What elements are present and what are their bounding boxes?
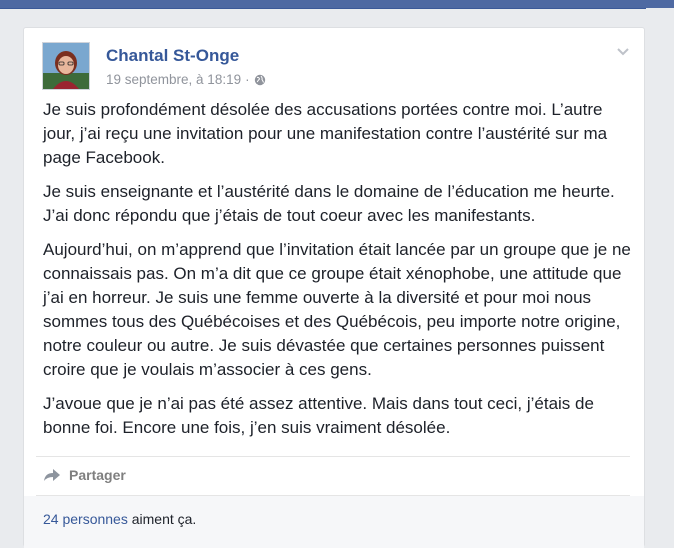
share-arrow-icon bbox=[44, 469, 60, 481]
post-meta: 19 septembre, à 18:19 · bbox=[106, 72, 266, 87]
chevron-down-icon[interactable] bbox=[616, 44, 630, 56]
post-body: Je suis profondément désolée des accusat… bbox=[43, 98, 633, 450]
post-paragraph: J’avoue que je n’ai pas été assez attent… bbox=[43, 394, 594, 437]
post-paragraph: Aujourd’hui, on m’apprend que l’invitati… bbox=[43, 240, 631, 379]
divider bbox=[36, 456, 630, 457]
likes-suffix: aiment ça. bbox=[127, 511, 197, 527]
share-button[interactable]: Partager bbox=[43, 467, 126, 483]
avatar[interactable] bbox=[42, 42, 90, 90]
likes-count-link[interactable]: 24 personnes bbox=[43, 511, 128, 527]
post-date[interactable]: 19 septembre, à 18:19 bbox=[106, 72, 241, 87]
author-name[interactable]: Chantal St-Onge bbox=[106, 46, 239, 66]
share-label: Partager bbox=[69, 467, 126, 483]
post-paragraph: Je suis enseignante et l’austérité dans … bbox=[43, 182, 615, 225]
page-background bbox=[646, 8, 674, 541]
post-card: Chantal St-Onge 19 septembre, à 18:19 · … bbox=[23, 27, 645, 548]
meta-separator: · bbox=[245, 72, 250, 87]
post-paragraph: Je suis profondément désolée des accusat… bbox=[43, 100, 608, 167]
globe-icon[interactable] bbox=[254, 74, 266, 86]
top-navigation-bar bbox=[0, 0, 674, 9]
avatar-photo bbox=[43, 43, 89, 89]
likes-summary: 24 personnes aiment ça. bbox=[43, 511, 196, 527]
